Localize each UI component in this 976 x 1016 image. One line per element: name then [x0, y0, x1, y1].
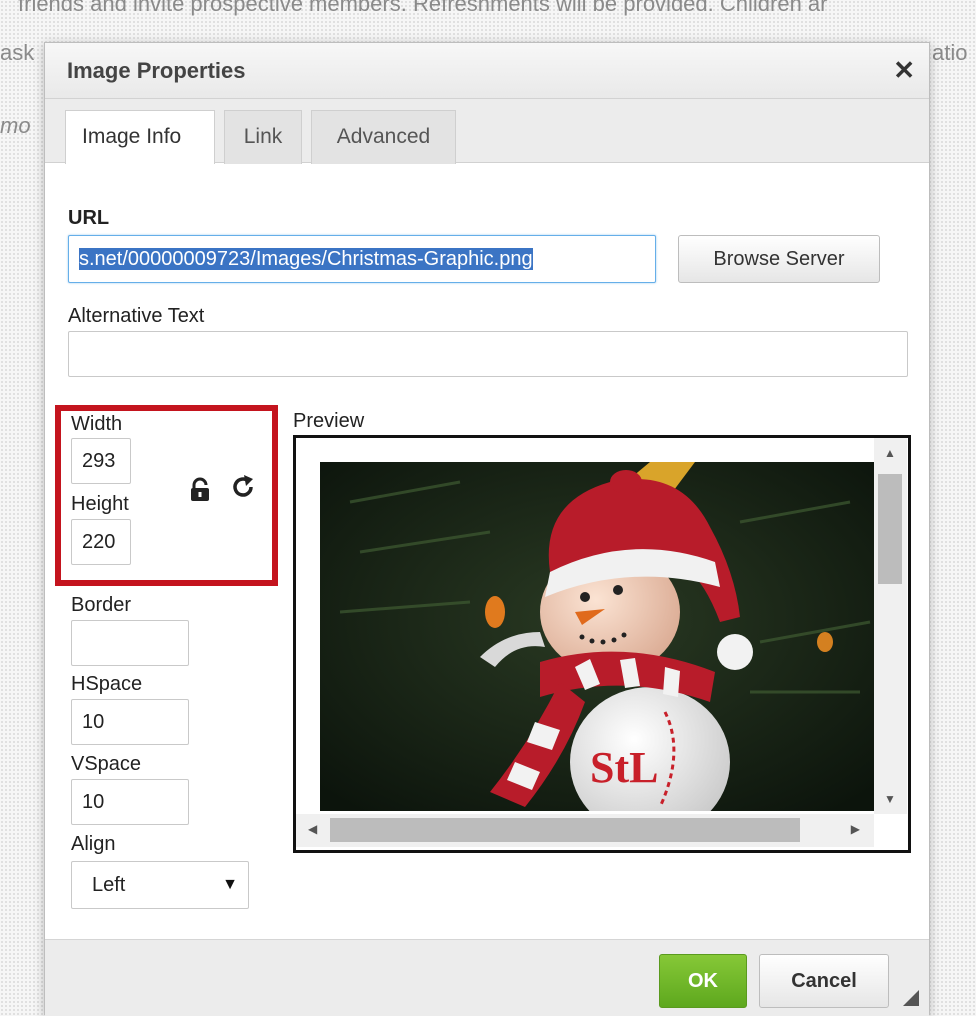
alternative-text-label: Alternative Text: [68, 305, 205, 327]
scroll-right-icon[interactable]: ▶: [851, 822, 860, 836]
svg-text:StL: StL: [590, 743, 658, 792]
reset-size-icon[interactable]: [229, 473, 257, 501]
url-input[interactable]: s.net/00000009723/Images/Christmas-Graph…: [68, 235, 656, 283]
border-label: Border: [71, 594, 132, 616]
scroll-up-icon[interactable]: ▲: [884, 446, 896, 460]
align-selected-value: Left: [92, 874, 126, 896]
alternative-text-input[interactable]: [68, 331, 908, 377]
preview-pane: StL ▲ ▼ ◀ ▶: [293, 435, 911, 853]
align-label: Align: [71, 833, 116, 855]
dialog-title-bar[interactable]: Image Properties ✕: [45, 43, 929, 99]
cancel-button[interactable]: Cancel: [759, 954, 889, 1008]
align-select[interactable]: Left ▼: [71, 861, 249, 909]
border-input[interactable]: [71, 620, 189, 666]
hspace-input[interactable]: 10: [71, 699, 189, 745]
tab-advanced[interactable]: Advanced: [311, 110, 456, 164]
vertical-scroll-thumb[interactable]: [878, 474, 902, 584]
preview-image: StL: [320, 462, 874, 811]
browse-server-button[interactable]: Browse Server: [678, 235, 880, 283]
url-label: URL: [68, 207, 110, 229]
url-selected-text: s.net/00000009723/Images/Christmas-Graph…: [79, 248, 533, 270]
width-input[interactable]: 293: [71, 438, 131, 484]
background-text-fragment: mo: [0, 113, 31, 138]
tab-link[interactable]: Link: [224, 110, 302, 164]
preview-horizontal-scrollbar[interactable]: ◀ ▶: [296, 814, 874, 847]
height-label: Height: [71, 493, 129, 515]
background-text-fragment: atio: [932, 40, 968, 65]
height-input[interactable]: 220: [71, 519, 131, 565]
preview-vertical-scrollbar[interactable]: ▲ ▼: [874, 438, 907, 814]
tab-strip: Image Info Link Advanced: [45, 99, 929, 164]
lock-icon[interactable]: [187, 477, 213, 503]
vspace-input[interactable]: 10: [71, 779, 189, 825]
horizontal-scroll-thumb[interactable]: [330, 818, 800, 842]
ok-button[interactable]: OK: [659, 954, 747, 1008]
resize-handle-icon[interactable]: [903, 990, 919, 1006]
snowman-ornament-image: StL: [320, 462, 874, 811]
vspace-label: VSpace: [71, 753, 142, 775]
background-text-fragment: ask: [0, 40, 35, 65]
scroll-left-icon[interactable]: ◀: [308, 822, 317, 836]
hspace-label: HSpace: [71, 673, 143, 695]
dialog-title: Image Properties: [67, 58, 246, 83]
width-label: Width: [71, 413, 123, 435]
scroll-down-icon[interactable]: ▼: [884, 792, 896, 806]
background-text-line: friends and invite prospective members. …: [18, 0, 828, 16]
preview-label: Preview: [293, 410, 365, 432]
tab-image-info[interactable]: Image Info: [65, 110, 215, 164]
select-arrow-icon: ▼: [222, 876, 238, 893]
dialog-footer: OK Cancel: [45, 939, 929, 1016]
image-properties-dialog: Image Properties ✕ Image Info Link Advan…: [44, 42, 930, 1016]
close-icon[interactable]: ✕: [893, 57, 915, 83]
